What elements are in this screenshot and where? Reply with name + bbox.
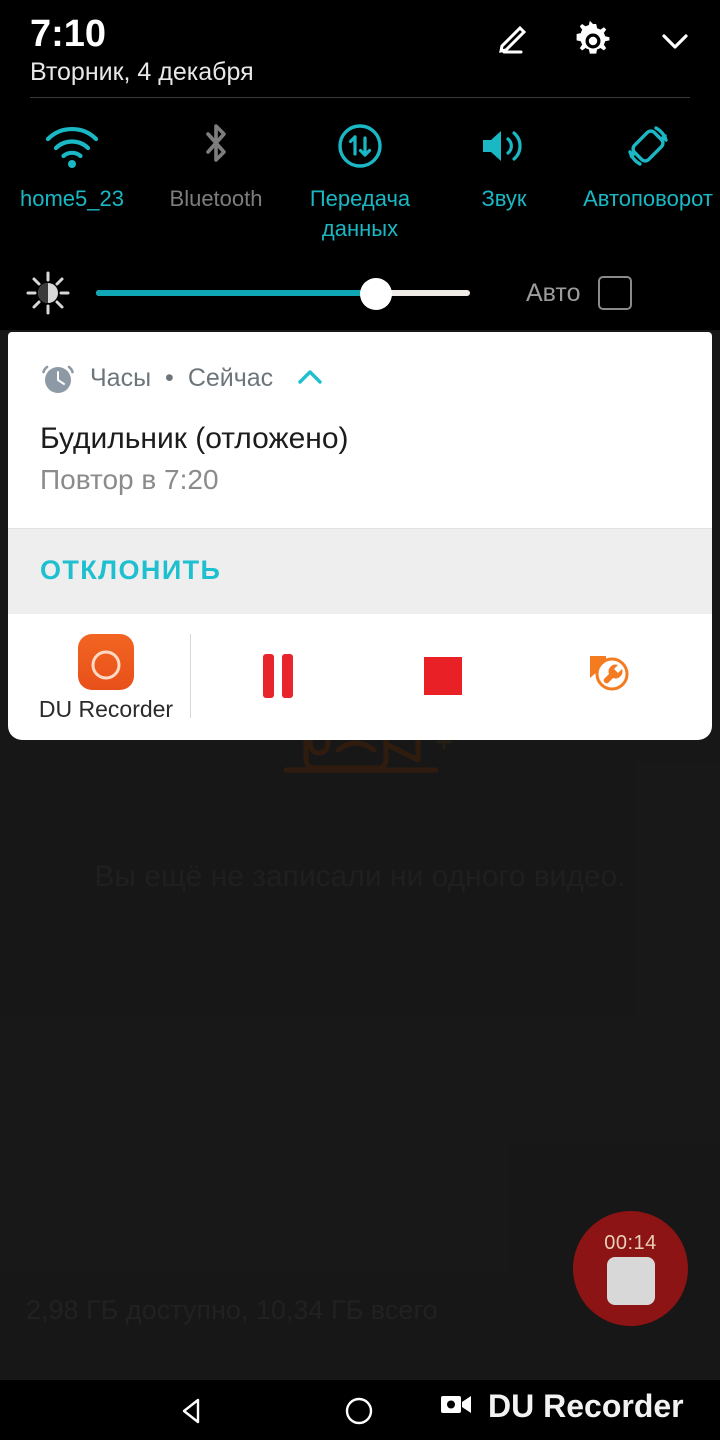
android-screen: Вы ещё не записали ни одного видео. 2,98… (0, 0, 720, 1440)
notification-du-recorder[interactable]: DU Recorder (8, 612, 712, 740)
brightness-row: Авто (0, 262, 720, 324)
slider-fill (96, 290, 379, 296)
navigation-bar: DU Recorder (0, 1380, 720, 1440)
stop-icon (423, 657, 462, 695)
home-circle-icon[interactable] (340, 1392, 378, 1435)
notification-header: Часы • Сейчас (8, 358, 712, 398)
header-divider (30, 97, 690, 98)
du-notification-row: DU Recorder (8, 612, 712, 740)
du-pause-button[interactable] (195, 612, 360, 740)
edit-pencil-icon[interactable] (488, 18, 534, 64)
quick-settings-header: 7:10 Вторник, 4 декабря (0, 0, 720, 100)
dismiss-button[interactable]: ОТКЛОНИТЬ (40, 555, 221, 586)
du-app-identity: DU Recorder (30, 630, 182, 723)
qs-tile-label: Автоповорот (583, 186, 713, 211)
record-timer: 00:14 (604, 1232, 657, 1254)
brightness-sun-icon (0, 269, 96, 317)
du-recorder-icon (78, 633, 134, 690)
quick-settings-panel: 7:10 Вторник, 4 декабря home5_23 Bluetoo… (0, 0, 720, 330)
du-stop-button[interactable] (360, 612, 525, 740)
notification-action-row: ОТКЛОНИТЬ (8, 528, 712, 614)
brightness-slider[interactable] (96, 273, 470, 313)
back-triangle-icon[interactable] (176, 1394, 210, 1433)
gear-icon[interactable] (570, 18, 616, 64)
slider-thumb[interactable] (360, 278, 392, 310)
record-stop-fab[interactable]: 00:14 (573, 1211, 688, 1326)
notification-app-name: Часы (90, 363, 152, 392)
qs-tile-autorotate[interactable]: Автоповорот (576, 120, 720, 244)
pause-icon (262, 654, 293, 698)
notification-title: Будильник (отложено) (40, 422, 349, 455)
du-tools-button[interactable] (525, 612, 690, 740)
auto-brightness-label: Авто (526, 278, 581, 307)
bluetooth-icon (196, 120, 236, 172)
qs-tile-mobile-data[interactable]: Передача данных (288, 120, 432, 244)
qs-tile-label: Bluetooth (169, 186, 263, 211)
notification-shade: Часы • Сейчас Будильник (отложено) Повто… (8, 332, 712, 740)
qs-tile-label: Передача данных (309, 186, 411, 241)
du-app-name: DU Recorder (38, 695, 174, 722)
data-transfer-icon (335, 120, 385, 172)
quick-settings-tiles: home5_23 Bluetooth Передача данных Звук … (0, 120, 720, 244)
qs-tile-label: Звук (481, 186, 527, 211)
chevron-up-icon[interactable] (293, 361, 327, 395)
wrench-tools-icon (582, 648, 634, 705)
qs-tile-wifi[interactable]: home5_23 (0, 120, 144, 244)
notification-separator: • (165, 363, 174, 392)
du-recorder-watermark: DU Recorder (440, 1388, 684, 1425)
notification-body: Повтор в 7:20 (40, 464, 219, 495)
notification-timestamp: Сейчас (187, 363, 274, 392)
watermark-label: DU Recorder (488, 1388, 684, 1424)
qs-tile-bluetooth[interactable]: Bluetooth (144, 120, 288, 244)
qs-tile-label: home5_23 (20, 186, 124, 211)
auto-brightness-toggle[interactable]: Авто (526, 276, 633, 310)
video-camera-icon (440, 1390, 474, 1423)
divider (190, 634, 191, 718)
notification-clock[interactable]: Часы • Сейчас Будильник (отложено) Повто… (8, 332, 712, 614)
auto-rotate-icon (622, 120, 674, 172)
stop-square-icon (606, 1257, 655, 1305)
chevron-down-icon[interactable] (652, 18, 698, 64)
qs-tile-sound[interactable]: Звук (432, 120, 576, 244)
header-icon-group (488, 18, 698, 64)
wifi-icon (42, 120, 102, 172)
volume-icon (477, 120, 531, 172)
auto-brightness-checkbox[interactable] (598, 276, 633, 310)
alarm-clock-icon (40, 360, 76, 396)
